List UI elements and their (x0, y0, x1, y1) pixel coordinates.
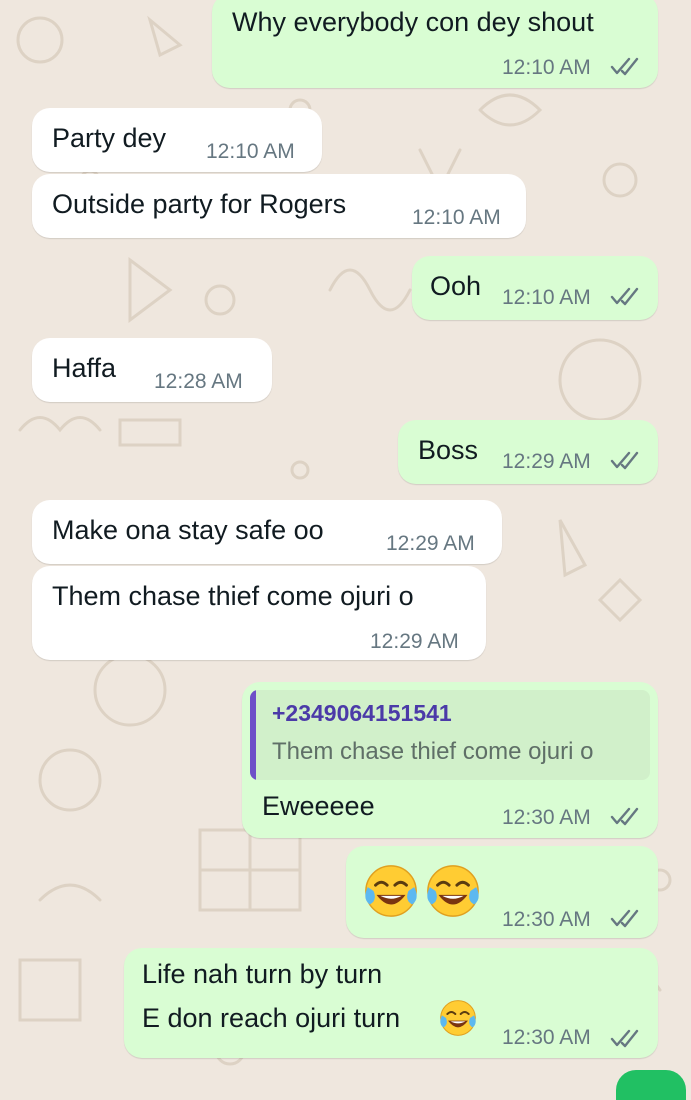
message-bubble-incoming[interactable]: Them chase thief come ojuri o 12:29 AM (32, 566, 486, 660)
quoted-text: Them chase thief come ojuri o (272, 738, 594, 765)
message-bubble-outgoing[interactable]: Life nah turn by turn E don reach ojuri … (124, 948, 658, 1058)
message-text: Ooh (430, 271, 482, 301)
message-time: 12:29 AM (370, 630, 459, 653)
message-time: 12:10 AM (412, 206, 501, 229)
quoted-message[interactable]: +2349064151541 Them chase thief come oju… (250, 690, 650, 780)
message-text: Party dey (52, 123, 167, 153)
message-bubble-incoming[interactable]: Party dey 12:10 AM (32, 108, 322, 172)
message-text-line-1: Life nah turn by turn (142, 959, 383, 989)
message-text-line-2: E don reach ojuri turn (142, 1003, 401, 1033)
message-bubble-incoming[interactable]: Haffa 12:28 AM (32, 338, 272, 402)
message-text: Them chase thief come ojuri o (52, 581, 414, 611)
scroll-down-button[interactable] (616, 1070, 686, 1100)
message-bubble-outgoing[interactable]: Ooh 12:10 AM (412, 256, 658, 320)
message-time: 12:10 AM (206, 140, 295, 163)
quote-accent-bar (250, 690, 256, 780)
message-text: Haffa (52, 353, 117, 383)
message-time: 12:29 AM (386, 532, 475, 555)
message-bubble-outgoing[interactable]: +2349064151541 Them chase thief come oju… (242, 682, 658, 838)
face-with-tears-of-joy-icon (440, 1000, 476, 1036)
face-with-tears-of-joy-icon (427, 865, 479, 917)
message-time: 12:10 AM (502, 286, 591, 309)
message-time: 12:10 AM (502, 56, 591, 79)
message-text: Boss (418, 435, 479, 465)
message-time: 12:29 AM (502, 450, 591, 473)
message-text: Make ona stay safe oo (52, 515, 324, 545)
message-time: 12:30 AM (502, 908, 591, 931)
message-bubble-outgoing[interactable]: Boss 12:29 AM (398, 420, 658, 484)
quoted-sender: +2349064151541 (272, 700, 452, 726)
message-time: 12:30 AM (502, 806, 591, 829)
read-receipt-icon (610, 909, 639, 928)
message-text: Eweeeee (262, 791, 375, 821)
message-bubble-incoming[interactable]: Make ona stay safe oo 12:29 AM (32, 500, 502, 564)
read-receipt-icon (610, 1029, 639, 1048)
face-with-tears-of-joy-icon (365, 865, 417, 917)
read-receipt-icon (610, 57, 639, 76)
message-bubble-outgoing[interactable]: 12:30 AM (346, 846, 658, 938)
message-time: 12:30 AM (502, 1026, 591, 1049)
read-receipt-icon (610, 807, 639, 826)
message-bubble-outgoing[interactable]: Why everybody con dey shout 12:10 AM (212, 0, 658, 88)
message-time: 12:28 AM (154, 370, 243, 393)
message-bubble-incoming[interactable]: Outside party for Rogers 12:10 AM (32, 174, 526, 238)
read-receipt-icon (610, 451, 639, 470)
message-text: Why everybody con dey shout (232, 7, 594, 37)
read-receipt-icon (610, 287, 639, 306)
message-text: Outside party for Rogers (52, 189, 347, 219)
